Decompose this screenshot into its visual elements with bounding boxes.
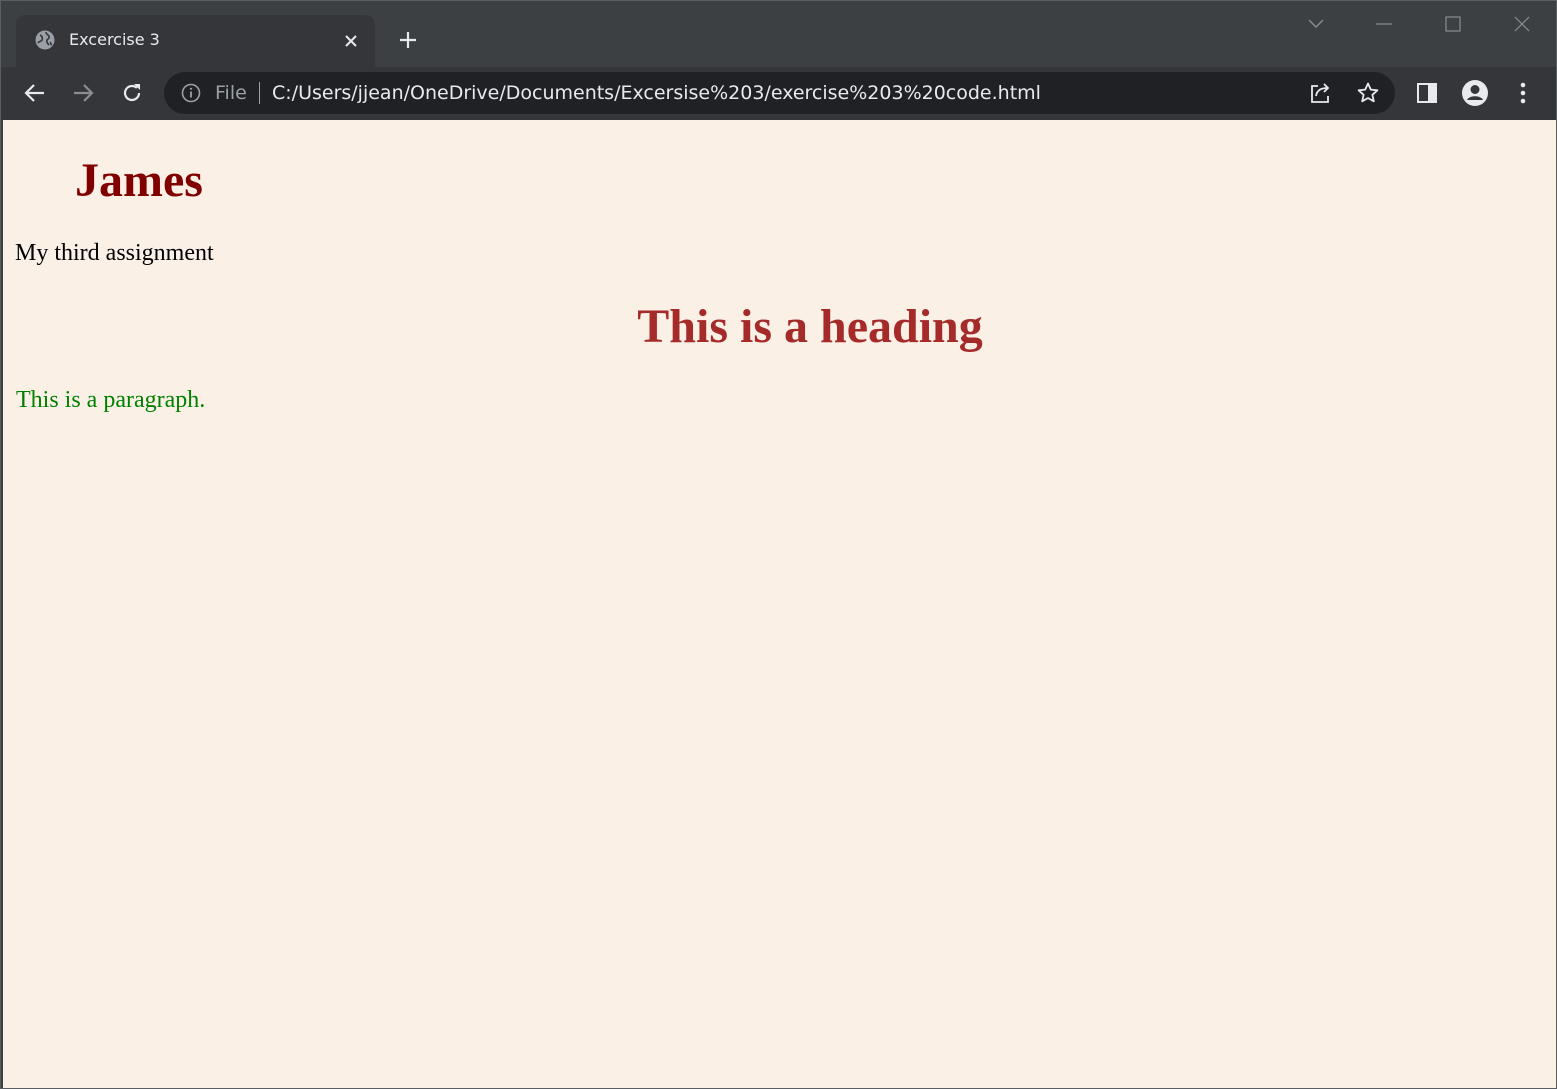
name-heading: James xyxy=(75,154,203,207)
scheme-label: File xyxy=(215,82,247,104)
kebab-menu-icon xyxy=(1520,82,1526,104)
maximize-icon xyxy=(1445,16,1461,32)
browser-window: Excercise 3 File C:/Users/jjean/OneDrive… xyxy=(0,0,1557,1089)
globe-icon xyxy=(34,29,56,51)
reload-icon xyxy=(123,84,141,102)
page-viewport: James My third assignment This is a head… xyxy=(3,120,1556,1088)
chevron-down-icon xyxy=(1308,19,1324,28)
minimize-button[interactable] xyxy=(1369,9,1399,39)
side-panel-icon xyxy=(1417,83,1437,103)
window-close-button[interactable] xyxy=(1507,9,1537,39)
back-button[interactable] xyxy=(18,76,52,110)
subtitle-text: My third assignment xyxy=(15,240,214,266)
share-icon[interactable] xyxy=(1304,77,1336,109)
menu-button[interactable] xyxy=(1506,76,1540,110)
arrow-left-icon xyxy=(24,84,44,102)
profile-icon xyxy=(1462,80,1488,106)
forward-button[interactable] xyxy=(66,76,100,110)
star-icon[interactable] xyxy=(1352,77,1384,109)
reload-button[interactable] xyxy=(115,76,149,110)
maximize-button[interactable] xyxy=(1438,9,1468,39)
paragraph-text: This is a paragraph. xyxy=(16,387,206,413)
divider xyxy=(259,82,260,104)
minimize-icon xyxy=(1376,23,1392,25)
close-icon[interactable] xyxy=(339,29,363,53)
address-bar[interactable]: File C:/Users/jjean/OneDrive/Documents/E… xyxy=(164,72,1395,114)
plus-icon xyxy=(400,32,416,48)
side-panel-button[interactable] xyxy=(1410,76,1444,110)
tab-title: Excercise 3 xyxy=(69,30,160,49)
new-tab-button[interactable] xyxy=(394,26,422,54)
profile-button[interactable] xyxy=(1458,76,1492,110)
page-heading: This is a heading xyxy=(637,300,983,353)
arrow-right-icon xyxy=(74,84,94,102)
browser-toolbar: File C:/Users/jjean/OneDrive/Documents/E… xyxy=(1,67,1556,120)
url-text[interactable]: C:/Users/jjean/OneDrive/Documents/Excers… xyxy=(272,80,1041,106)
info-icon[interactable] xyxy=(180,82,202,104)
tab-search-button[interactable] xyxy=(1301,9,1331,39)
close-icon xyxy=(1514,16,1530,32)
tab-excercise-3[interactable]: Excercise 3 xyxy=(16,15,375,67)
tab-strip: Excercise 3 xyxy=(1,1,1556,67)
